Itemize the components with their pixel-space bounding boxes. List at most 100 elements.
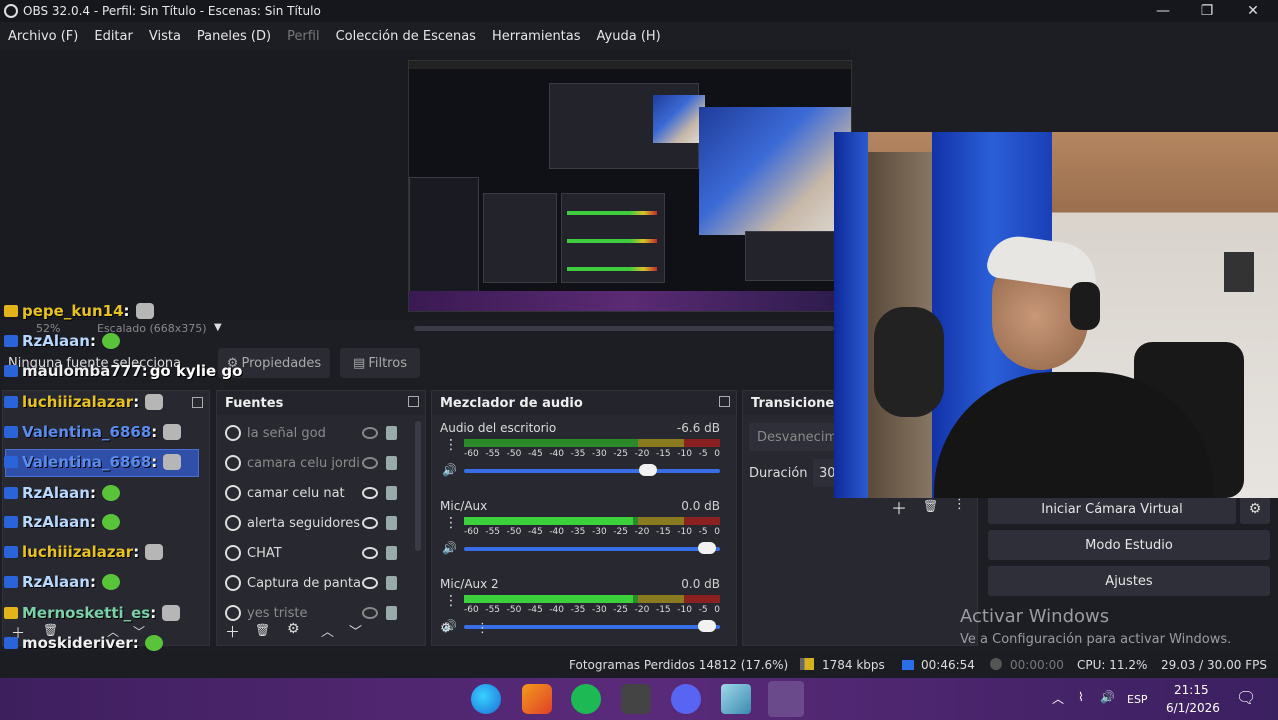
- browser-source-icon: [225, 425, 241, 441]
- tray-chevron-icon[interactable]: ︿: [1052, 690, 1064, 707]
- hidden-eye-icon[interactable]: [362, 427, 378, 439]
- menu-archivo[interactable]: Archivo (F): [0, 29, 86, 44]
- source-down-icon[interactable]: ﹀: [349, 621, 362, 640]
- virtual-cam-settings-icon[interactable]: ⚙: [1240, 494, 1270, 524]
- discord-icon[interactable]: [671, 684, 701, 714]
- menu-herramientas[interactable]: Herramientas: [484, 29, 589, 44]
- source-item[interactable]: Captura de panta: [225, 571, 405, 595]
- volume-slider-handle[interactable]: [698, 620, 717, 632]
- source-item[interactable]: CHAT: [225, 541, 405, 565]
- menu-paneles[interactable]: Paneles (D): [189, 29, 279, 44]
- cat-emote-icon: [145, 394, 164, 410]
- source-item[interactable]: camar celu nat: [225, 481, 405, 505]
- nested-taskbar: [409, 291, 851, 311]
- notepad-icon[interactable]: [721, 684, 751, 714]
- channel-name: Audio del escritorio: [440, 421, 557, 435]
- scale-dropdown-icon[interactable]: ▼: [214, 322, 222, 333]
- source-settings-icon[interactable]: ⚙: [287, 621, 300, 637]
- lock-icon[interactable]: [386, 456, 397, 470]
- chat-badge-icon: [4, 456, 18, 468]
- clock-date[interactable]: 6/1/2026: [1166, 701, 1220, 715]
- source-item[interactable]: yes triste: [225, 601, 405, 625]
- channel-menu-icon[interactable]: ⋮: [444, 437, 458, 453]
- preview-scrollbar[interactable]: [414, 326, 834, 331]
- undock-icon[interactable]: [719, 396, 730, 407]
- lock-icon[interactable]: [386, 546, 397, 560]
- channel-menu-icon[interactable]: ⋮: [444, 593, 458, 609]
- source-add-icon[interactable]: ＋: [225, 621, 240, 642]
- chat-badge-icon: [4, 335, 18, 347]
- menu-coleccion[interactable]: Colección de Escenas: [328, 29, 484, 44]
- xampp-icon[interactable]: [621, 684, 651, 714]
- properties-label: Propiedades: [241, 355, 322, 371]
- menu-perfil[interactable]: Perfil: [279, 29, 328, 44]
- lock-icon[interactable]: [386, 486, 397, 500]
- volume-icon[interactable]: 🔊: [1100, 690, 1115, 704]
- rec-time: 00:00:00: [1010, 658, 1064, 672]
- network-icon[interactable]: ⌇: [1078, 690, 1084, 704]
- sources-scrollbar[interactable]: [415, 421, 421, 551]
- source-remove-icon[interactable]: 🗑: [255, 623, 270, 637]
- transition-add-icon[interactable]: ＋: [891, 495, 907, 519]
- hidden-eye-icon[interactable]: [362, 607, 378, 619]
- meter-tick: -10: [677, 527, 692, 537]
- speaker-icon[interactable]: 🔊: [442, 463, 457, 477]
- fl-studio-icon[interactable]: [522, 684, 552, 714]
- studio-mode-button[interactable]: Modo Estudio: [988, 530, 1270, 560]
- chat-separator: :: [89, 573, 96, 591]
- filters-button[interactable]: ▤ Filtros: [340, 348, 420, 378]
- volume-slider-handle[interactable]: [698, 542, 717, 554]
- visibility-eye-icon[interactable]: [362, 517, 378, 529]
- menu-editar[interactable]: Editar: [86, 29, 141, 44]
- source-up-icon[interactable]: ︿: [321, 621, 334, 640]
- visibility-eye-icon[interactable]: [362, 487, 378, 499]
- fps: 29.03 / 30.00 FPS: [1161, 658, 1267, 672]
- lock-icon[interactable]: [386, 576, 397, 590]
- undock-icon[interactable]: [408, 396, 419, 407]
- volume-slider-handle[interactable]: [639, 464, 658, 476]
- volume-slider[interactable]: [464, 620, 720, 632]
- meter-tick: -15: [655, 527, 671, 537]
- status-bar: Fotogramas Perdidos 14812 (17.6%) 1784 k…: [0, 652, 1278, 678]
- obs-taskbar-icon[interactable]: [768, 681, 804, 717]
- menu-vista[interactable]: Vista: [141, 29, 189, 44]
- mixer-menu-icon[interactable]: ⋮: [476, 621, 489, 636]
- transition-menu-icon[interactable]: ⋮: [953, 497, 966, 512]
- undock-icon[interactable]: [192, 397, 203, 408]
- virtual-camera-button[interactable]: Iniciar Cámara Virtual: [988, 494, 1236, 524]
- spotify-icon[interactable]: [571, 684, 601, 714]
- lock-icon[interactable]: [386, 426, 397, 440]
- settings-button[interactable]: Ajustes: [988, 566, 1270, 596]
- close-button[interactable]: ✕: [1230, 0, 1276, 22]
- transition-remove-icon[interactable]: 🗑: [923, 499, 938, 513]
- nested-cam: [699, 107, 851, 235]
- volume-slider[interactable]: [464, 542, 720, 554]
- channel-menu-icon[interactable]: ⋮: [444, 515, 458, 531]
- edge-icon[interactable]: [471, 684, 501, 714]
- bitrate-signal-icon: [800, 658, 814, 670]
- chat-separator: :: [89, 513, 96, 531]
- source-item[interactable]: camara celu jordi: [225, 451, 405, 475]
- minimize-button[interactable]: —: [1140, 0, 1186, 22]
- visibility-eye-icon[interactable]: [362, 577, 378, 589]
- notifications-icon[interactable]: 🗨: [1236, 688, 1256, 707]
- meter-tick: -50: [506, 605, 522, 615]
- mixer-settings-icon[interactable]: ⚙: [440, 621, 452, 636]
- chat-badge-icon: [4, 365, 18, 377]
- volume-slider[interactable]: [464, 464, 720, 476]
- maximize-button[interactable]: ❐: [1184, 0, 1230, 22]
- chat-username: maulomba777: [22, 362, 142, 380]
- clock-time[interactable]: 21:15: [1174, 683, 1209, 697]
- chat-separator: :: [132, 634, 139, 652]
- lock-icon[interactable]: [386, 606, 397, 620]
- hidden-eye-icon[interactable]: [362, 457, 378, 469]
- chat-badge-icon: [4, 576, 18, 588]
- menu-ayuda[interactable]: Ayuda (H): [589, 29, 669, 44]
- speaker-icon[interactable]: 🔊: [442, 541, 457, 555]
- source-item[interactable]: alerta seguidores: [225, 511, 405, 535]
- lock-icon[interactable]: [386, 516, 397, 530]
- source-item[interactable]: la señal god: [225, 421, 405, 445]
- language-indicator[interactable]: ESP: [1127, 693, 1148, 706]
- browser-source-icon: [225, 545, 241, 561]
- visibility-eye-icon[interactable]: [362, 547, 378, 559]
